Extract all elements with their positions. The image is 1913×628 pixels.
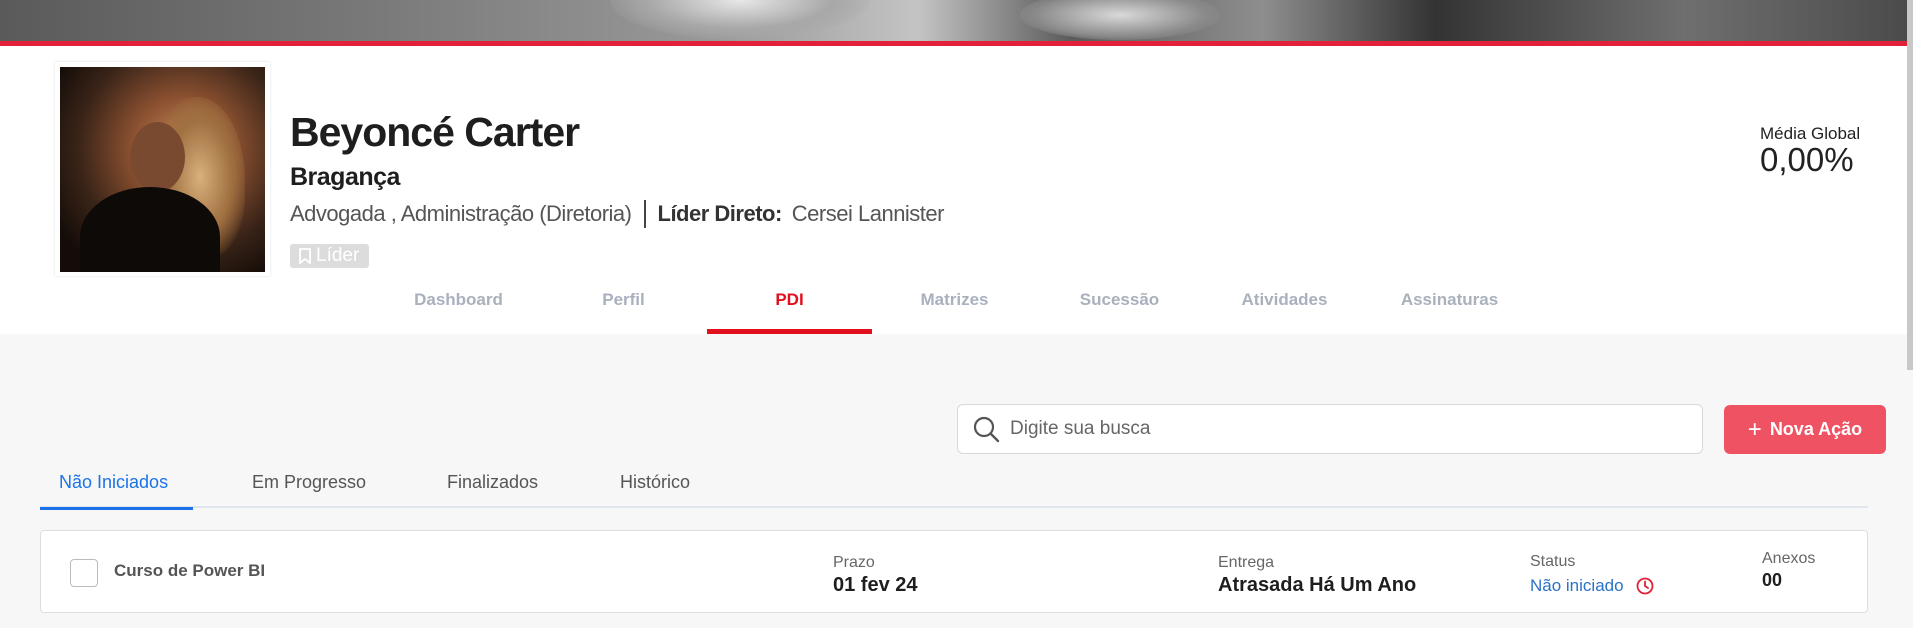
tab-dashboard[interactable]: Dashboard: [376, 288, 541, 334]
tab-pdi[interactable]: PDI: [707, 288, 872, 334]
profile-city: Bragança: [290, 163, 400, 191]
tab-label: Sucessão: [1079, 290, 1160, 309]
delivery-value: Atrasada Há Um Ano: [1218, 574, 1417, 596]
tab-assinaturas[interactable]: Assinaturas: [1367, 288, 1532, 334]
profile-banner: [0, 0, 1913, 46]
media-global-value: 0,00%: [1760, 141, 1854, 178]
profile-role-line: Advogada , Administração (Diretoria) Líd…: [290, 200, 944, 228]
deadline-label: Prazo: [833, 554, 875, 571]
plus-icon: +: [1747, 415, 1762, 443]
action-title: Curso de Power BI: [114, 561, 266, 580]
tab-label: Dashboard: [414, 290, 503, 309]
banner-image-highlight: [610, 0, 870, 40]
subtab-label: Em Progresso: [252, 472, 367, 492]
tab-label: Assinaturas: [1400, 290, 1499, 309]
subtab-nao-iniciados[interactable]: Não Iniciados: [40, 470, 193, 510]
new-action-label: Nova Ação: [1769, 419, 1863, 439]
status-label: Status: [1530, 553, 1576, 570]
deadline-value: 01 fev 24: [833, 574, 918, 596]
bookmark-icon: [299, 248, 311, 264]
attachments-value: 00: [1762, 570, 1783, 590]
page: Beyoncé Carter Bragança Advogada , Admin…: [0, 0, 1913, 628]
subtab-historico[interactable]: Histórico: [620, 470, 690, 508]
divider: [643, 200, 646, 228]
status-text: Não iniciado: [1530, 576, 1624, 595]
new-action-button[interactable]: + Nova Ação: [1724, 405, 1886, 454]
tab-label: Matrizes: [920, 290, 989, 309]
tab-sucessao[interactable]: Sucessão: [1037, 288, 1202, 334]
avatar-frame: [55, 62, 270, 276]
profile-name: Beyoncé Carter: [290, 109, 580, 155]
tab-label: Atividades: [1241, 290, 1328, 309]
clock-icon: [1636, 577, 1653, 595]
tab-label: Perfil: [602, 290, 645, 309]
lead-label: Líder Direto:: [657, 201, 783, 226]
tab-label: PDI: [775, 290, 804, 309]
search-input[interactable]: [1010, 418, 1660, 440]
badge-label: Líder: [316, 245, 360, 266]
subtab-label: Histórico: [620, 472, 691, 492]
profile-role: Advogada , Administração (Diretoria): [290, 201, 632, 226]
avatar-face: [130, 122, 185, 192]
search-box[interactable]: [957, 404, 1703, 454]
search-icon: [973, 416, 1000, 443]
profile-tabs: Dashboard Perfil PDI Matrizes Sucessão A…: [0, 288, 1913, 334]
status-value: Não iniciado: [1530, 576, 1654, 596]
pdi-subtabs: Não Iniciados Em Progresso Finalizados H…: [40, 470, 1868, 510]
subtab-label: Não Iniciados: [59, 472, 169, 492]
delivery-label: Entrega: [1218, 554, 1275, 571]
avatar: [60, 67, 265, 272]
tab-perfil[interactable]: Perfil: [541, 288, 706, 334]
attachments-label: Anexos: [1762, 550, 1816, 567]
banner-image-highlight: [1020, 0, 1220, 40]
action-card[interactable]: Curso de Power BI Prazo 01 fev 24 Entreg…: [40, 530, 1868, 613]
scrollbar[interactable]: [1907, 0, 1913, 370]
subtab-em-progresso[interactable]: Em Progresso: [252, 470, 366, 508]
lead-name: Cersei Lannister: [791, 201, 945, 226]
profile-header: Beyoncé Carter Bragança Advogada , Admin…: [0, 46, 1913, 334]
tab-atividades[interactable]: Atividades: [1202, 288, 1367, 334]
subtab-finalizados[interactable]: Finalizados: [447, 470, 538, 508]
role-badge: Líder: [290, 244, 370, 268]
action-checkbox[interactable]: [70, 559, 98, 587]
tab-matrizes[interactable]: Matrizes: [872, 288, 1037, 334]
subtab-label: Finalizados: [447, 472, 539, 492]
